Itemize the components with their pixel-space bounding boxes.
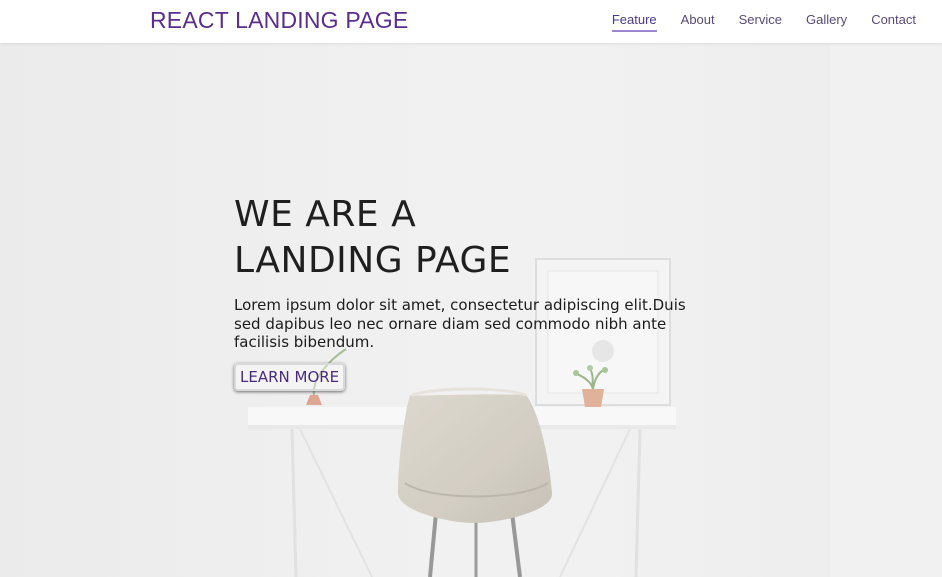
hero-content: WE ARE A LANDING PAGE Lorem ipsum dolor … — [234, 192, 704, 391]
hero-title: WE ARE A LANDING PAGE — [234, 194, 512, 281]
nav-link-gallery[interactable]: Gallery — [806, 12, 847, 30]
learn-more-button[interactable]: LEARN MORE — [234, 362, 346, 391]
nav-link-contact[interactable]: Contact — [871, 12, 916, 30]
nav-link-about[interactable]: About — [681, 12, 715, 30]
nav-menu: Feature About Service Gallery Contact — [611, 12, 916, 32]
nav-item-service: Service — [739, 12, 782, 32]
brand-logo-link[interactable]: REACT LANDING PAGE — [150, 5, 408, 35]
nav-link-feature[interactable]: Feature — [611, 12, 657, 32]
nav-item-contact: Contact — [871, 12, 916, 32]
nav-item-feature: Feature — [611, 12, 657, 32]
hero-section: WE ARE A LANDING PAGE Lorem ipsum dolor … — [0, 43, 942, 577]
hero-description: Lorem ipsum dolor sit amet, consectetur … — [234, 296, 686, 351]
nav-link-service[interactable]: Service — [739, 12, 782, 30]
navbar: REACT LANDING PAGE Feature About Service… — [0, 0, 942, 43]
nav-item-gallery: Gallery — [806, 12, 847, 32]
nav-item-about: About — [681, 12, 715, 32]
